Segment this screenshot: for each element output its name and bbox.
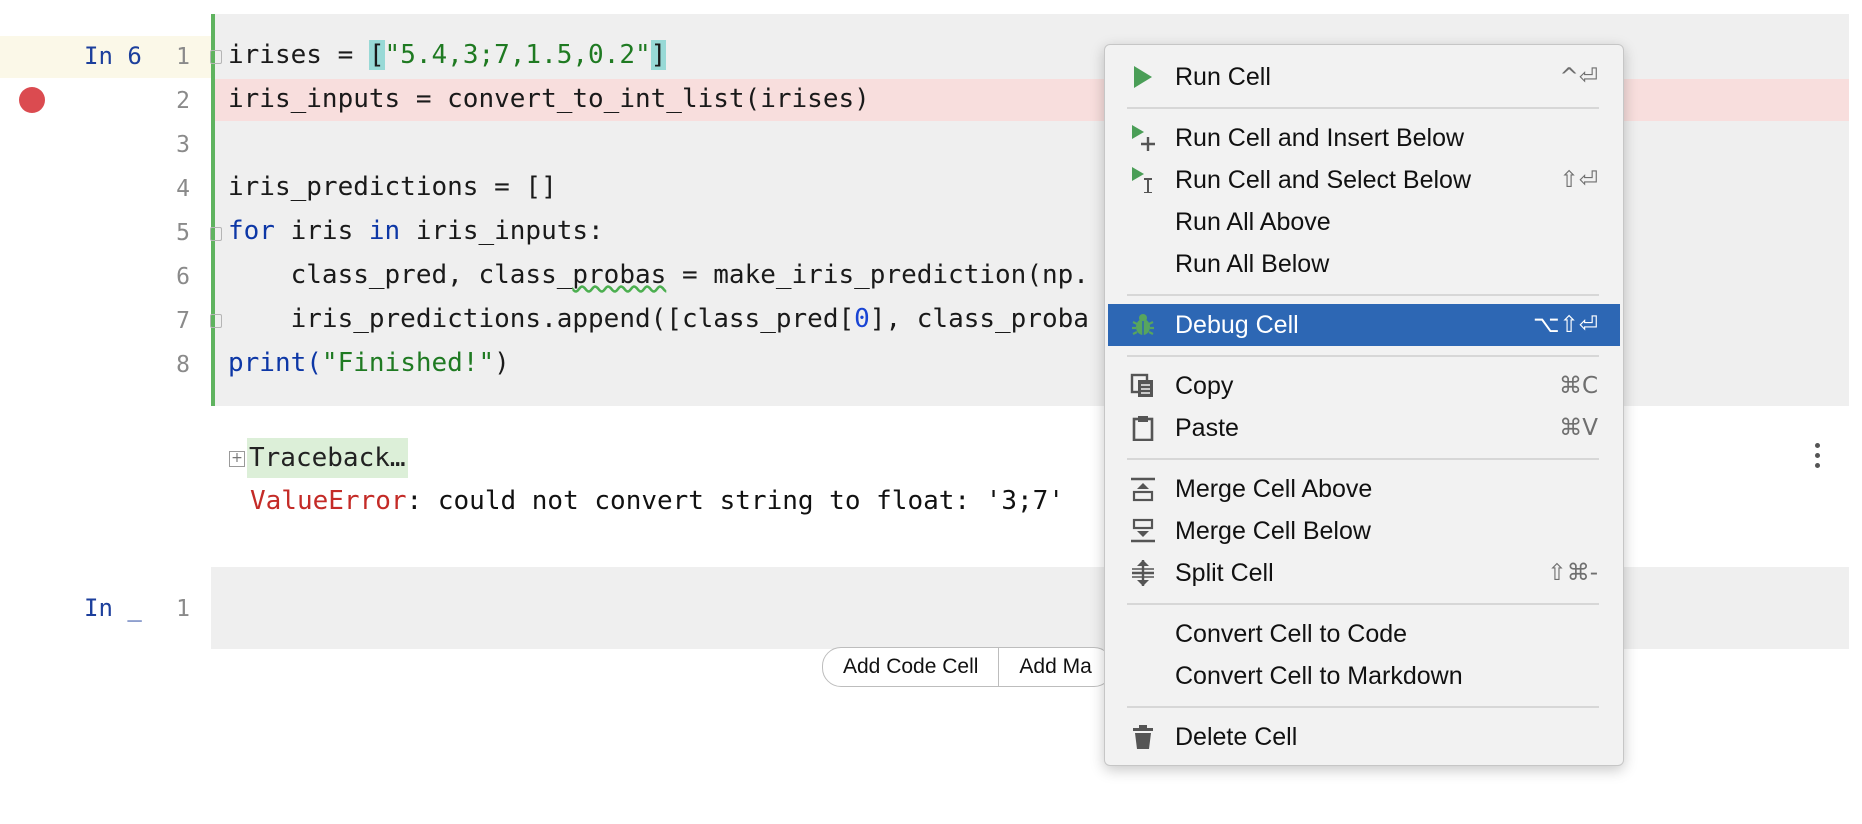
menu-separator xyxy=(1127,603,1599,605)
breakpoint-icon[interactable] xyxy=(19,87,45,113)
line-number: 1 xyxy=(176,596,190,622)
menu-item-run-all-above[interactable]: Run All Above xyxy=(1108,201,1620,243)
line-number: 5 xyxy=(176,220,190,246)
add-code-cell-button[interactable]: Add Code Cell xyxy=(823,648,998,686)
menu-item-run-cell[interactable]: Run Cell ^⏎ xyxy=(1108,56,1620,98)
clipboard-icon xyxy=(1132,416,1154,441)
line-number: 1 xyxy=(176,44,190,70)
menu-item-run-select-below[interactable]: Run Cell and Select Below ⇧⏎ xyxy=(1108,159,1620,201)
menu-item-merge-below[interactable]: Merge Cell Below xyxy=(1108,510,1620,552)
line-number: 2 xyxy=(176,88,190,114)
play-plus-icon xyxy=(1132,125,1155,151)
cell-context-menu: Run Cell ^⏎ Run Cell and Insert Below Ru… xyxy=(1104,44,1624,766)
merge-below-icon xyxy=(1131,518,1155,543)
menu-separator xyxy=(1127,294,1599,296)
trash-icon xyxy=(1133,725,1153,749)
bug-icon xyxy=(1132,314,1154,335)
split-icon xyxy=(1132,560,1154,586)
code-line-6[interactable]: class_pred, class_probas = make_iris_pre… xyxy=(228,260,1089,290)
play-cursor-icon xyxy=(1132,167,1152,193)
more-options-icon[interactable] xyxy=(1815,443,1821,473)
menu-separator xyxy=(1127,355,1599,357)
line-number: 7 xyxy=(176,308,190,334)
fold-icon[interactable] xyxy=(210,227,222,241)
menu-item-delete-cell[interactable]: Delete Cell xyxy=(1108,716,1620,758)
code-line-8[interactable]: print("Finished!") xyxy=(228,348,510,378)
expand-traceback-icon[interactable]: + xyxy=(229,451,245,467)
menu-item-split-cell[interactable]: Split Cell ⇧⌘- xyxy=(1108,552,1620,594)
menu-item-paste[interactable]: Paste ⌘V xyxy=(1108,407,1620,449)
copy-icon xyxy=(1130,373,1153,397)
menu-separator xyxy=(1127,458,1599,460)
menu-item-merge-above[interactable]: Merge Cell Above xyxy=(1108,468,1620,510)
menu-separator xyxy=(1127,107,1599,109)
menu-item-run-insert-below[interactable]: Run Cell and Insert Below xyxy=(1108,117,1620,159)
error-output: ValueError: could not convert string to … xyxy=(250,486,1064,516)
line-number: 4 xyxy=(176,176,190,202)
code-line-4[interactable]: iris_predictions = [] xyxy=(228,172,557,202)
menu-separator xyxy=(1127,706,1599,708)
code-line-5[interactable]: for iris in iris_inputs: xyxy=(228,216,604,246)
traceback-toggle[interactable]: Traceback… xyxy=(247,438,408,478)
merge-above-icon xyxy=(1131,477,1155,502)
line-number: 8 xyxy=(176,352,190,378)
menu-item-run-all-below[interactable]: Run All Below xyxy=(1108,243,1620,285)
play-icon xyxy=(1134,66,1152,88)
menu-item-convert-to-markdown[interactable]: Convert Cell to Markdown xyxy=(1108,655,1620,697)
fold-icon[interactable] xyxy=(210,314,222,328)
menu-item-convert-to-code[interactable]: Convert Cell to Code xyxy=(1108,613,1620,655)
line-number: 3 xyxy=(176,132,190,158)
add-markdown-cell-button[interactable]: Add Ma xyxy=(998,648,1111,686)
add-cell-buttons: Add Code Cell Add Ma xyxy=(822,647,1113,687)
menu-item-debug-cell[interactable]: Debug Cell ⌥⇧⏎ xyxy=(1108,304,1620,346)
code-line-2[interactable]: iris_inputs = convert_to_int_list(irises… xyxy=(228,84,870,114)
code-line-7[interactable]: iris_predictions.append([class_pred[0], … xyxy=(228,304,1089,334)
cell-selection-bar xyxy=(211,14,215,406)
fold-icon[interactable] xyxy=(210,50,222,64)
code-line-1[interactable]: irises = ["5.4,3;7,1.5,0.2"] xyxy=(228,40,667,70)
line-number: 6 xyxy=(176,264,190,290)
menu-item-copy[interactable]: Copy ⌘C xyxy=(1108,365,1620,407)
